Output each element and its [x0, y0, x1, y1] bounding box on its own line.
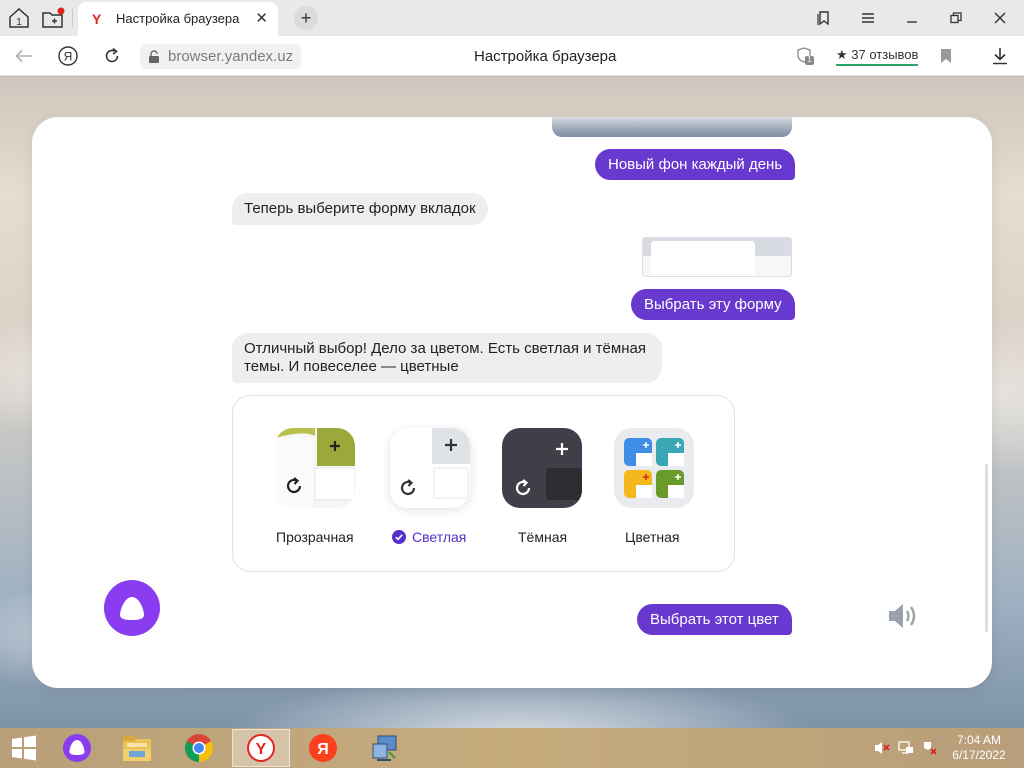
minimize-icon[interactable] — [900, 6, 924, 30]
protect-badge: 1 — [807, 55, 812, 64]
theme-colored-icon — [614, 428, 694, 508]
bookmark-icon[interactable] — [934, 44, 958, 68]
theme-label: Прозрачная — [276, 529, 354, 545]
chrome-icon[interactable] — [170, 729, 228, 767]
taskbar-clock[interactable]: 7:04 AM 6/17/2022 — [946, 733, 1012, 763]
svg-text:Я: Я — [317, 741, 329, 758]
scrollbar[interactable] — [985, 464, 988, 632]
chat-msg-user: Выбрать эту форму — [631, 289, 795, 320]
protect-shield-icon[interactable]: 1 — [794, 44, 818, 68]
lock-icon[interactable] — [148, 50, 160, 69]
reviews-link[interactable]: ★ 37 отзывов — [836, 47, 919, 66]
yandex-app-icon[interactable]: Я — [294, 729, 352, 767]
theme-label-text: Светлая — [412, 529, 467, 545]
restore-icon[interactable] — [944, 6, 968, 30]
collections-icon[interactable] — [40, 6, 66, 30]
svg-text:1: 1 — [16, 17, 22, 28]
yandex-browser-taskbar-icon[interactable]: Y — [232, 729, 290, 767]
theme-label: Светлая — [392, 529, 466, 545]
tab-shape-preview — [642, 237, 792, 277]
alice-assistant-button[interactable] — [104, 580, 160, 636]
background-preview-image — [552, 117, 792, 137]
tab-strip: 1 Y Настройка браузера ✕ + — [0, 0, 1024, 36]
svg-text:Y: Y — [256, 741, 267, 758]
bookmarks-panel-icon[interactable] — [812, 6, 836, 30]
url-field[interactable]: browser.yandex.uz — [140, 44, 302, 69]
tab-close-icon[interactable]: ✕ — [255, 11, 268, 27]
back-arrow-icon[interactable] — [12, 44, 36, 68]
menu-icon[interactable] — [856, 6, 880, 30]
tab-counter-home-icon[interactable]: 1 — [6, 6, 32, 30]
theme-option-light[interactable]: Светлая — [378, 396, 488, 573]
windows-start-icon[interactable] — [0, 729, 48, 767]
yandex-favicon-icon: Y — [92, 11, 102, 27]
alice-taskbar-icon[interactable] — [48, 729, 106, 767]
theme-dark-icon — [502, 428, 582, 508]
chat-msg-bot: Теперь выберите форму вкладок — [232, 193, 488, 225]
theme-option-dark[interactable]: Тёмная — [488, 396, 598, 573]
tab-settings[interactable]: Y Настройка браузера ✕ — [78, 2, 278, 36]
downloads-icon[interactable] — [988, 44, 1012, 68]
theme-label: Цветная — [625, 529, 680, 545]
reload-icon[interactable] — [100, 44, 124, 68]
chat-msg-user: Новый фон каждый день — [595, 149, 796, 180]
tab-title: Настройка браузера — [116, 11, 240, 26]
yandex-logo-icon[interactable]: Я — [56, 44, 80, 68]
tab-divider — [72, 9, 73, 27]
selected-check-icon — [392, 530, 406, 544]
theme-option-transparent[interactable]: Прозрачная — [233, 396, 398, 573]
network-tray-icon[interactable] — [898, 740, 914, 756]
address-bar: Я browser.yandex.uz Настройка браузера 1… — [0, 36, 1024, 76]
theme-selector: Прозрачная Светлая Тёмная Цветная — [232, 395, 735, 572]
theme-light-icon — [390, 428, 470, 508]
speaker-icon[interactable] — [886, 600, 922, 632]
file-explorer-icon[interactable] — [108, 729, 166, 767]
volume-muted-icon[interactable] — [874, 740, 890, 756]
theme-transparent-icon — [275, 428, 355, 508]
choose-color-button[interactable]: Выбрать этот цвет — [637, 604, 792, 635]
new-tab-button[interactable]: + — [294, 6, 318, 30]
clock-date: 6/17/2022 — [952, 748, 1006, 762]
tab-shape-tab — [651, 241, 755, 276]
network-computer-icon[interactable] — [356, 729, 414, 767]
theme-option-colored[interactable]: Цветная — [598, 396, 733, 573]
page-title: Настройка браузера — [474, 48, 617, 65]
chat-msg-bot: Отличный выбор! Дело за цветом. Есть све… — [232, 333, 662, 383]
taskbar: Y Я — [0, 728, 1024, 768]
action-center-icon[interactable] — [922, 740, 938, 756]
url-text: browser.yandex.uz — [168, 48, 294, 65]
clock-time: 7:04 AM — [956, 733, 1002, 747]
close-window-icon[interactable] — [988, 6, 1012, 30]
svg-text:Я: Я — [64, 50, 73, 64]
theme-label: Тёмная — [518, 529, 568, 545]
alice-icon — [119, 597, 145, 620]
